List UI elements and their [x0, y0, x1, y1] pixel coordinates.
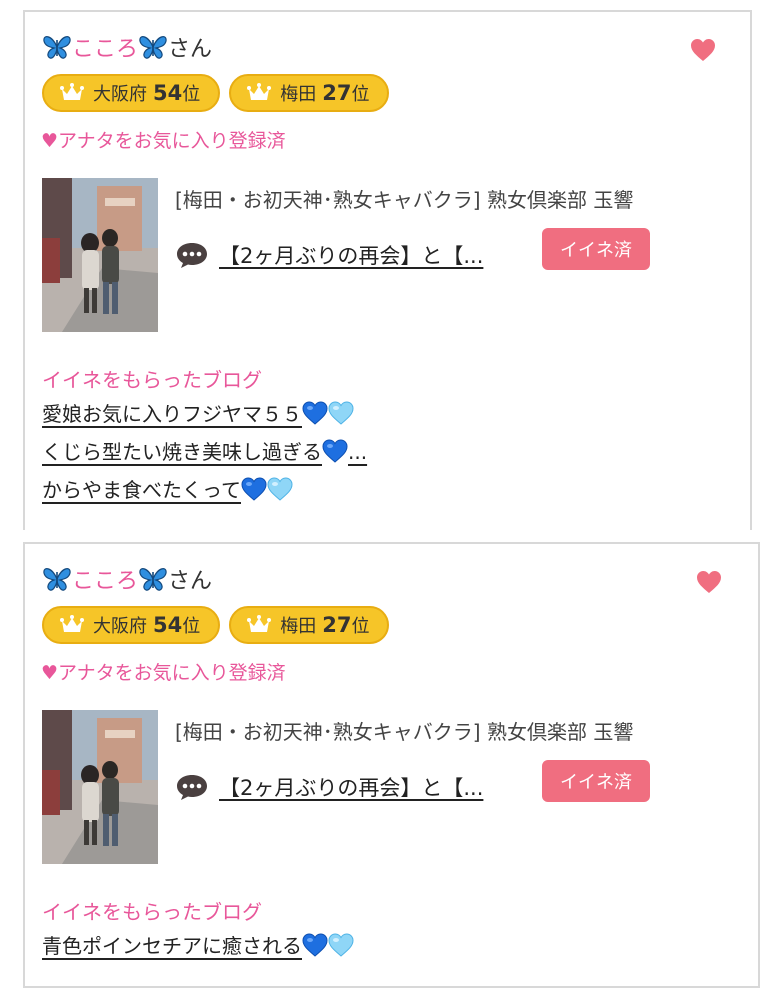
like-button[interactable]: イイネ済	[542, 228, 650, 270]
favorite-heart-icon[interactable]	[690, 38, 716, 62]
blog-thumbnail[interactable]	[42, 710, 158, 864]
favorite-heart-icon[interactable]	[696, 570, 722, 594]
user-name[interactable]: こころ	[72, 569, 138, 594]
shop-info: [梅田・お初天神･熟女キャバクラ] 熟女倶楽部 玉響	[175, 188, 634, 212]
badge-rank: 27	[322, 613, 352, 637]
speech-bubble-icon	[175, 241, 209, 269]
badge-rank-suffix: 位	[182, 84, 201, 105]
user-name-row[interactable]: こころ さん	[42, 34, 212, 64]
liked-blog-link[interactable]: 青色ポインセチアに癒される	[42, 934, 354, 958]
speech-bubble-icon	[175, 773, 209, 801]
badge-rank-suffix: 位	[351, 616, 370, 637]
liked-blogs-title: イイネをもらったブログ	[42, 368, 262, 392]
list-item[interactable]: くじら型たい焼き美味し過ぎる...	[42, 436, 367, 474]
ranking-badge-prefecture[interactable]: 大阪府 54 位	[42, 606, 221, 644]
badge-rank: 27	[322, 81, 352, 105]
blog-title-link[interactable]: 【2ヶ月ぶりの再会】と【...	[219, 240, 483, 270]
ranking-badges: 大阪府 54 位 梅田 27 位	[42, 606, 390, 644]
blue-heart-icon	[302, 401, 328, 425]
liked-user-card: こころ さん 大阪府 54 位 梅田 27 位 ♥アナタをお気に入り登録済 [梅田・お…	[23, 10, 752, 530]
liked-user-card: こころ さん 大阪府 54 位 梅田 27 位 ♥アナタをお気に入り登録済 [梅田・お…	[23, 542, 760, 988]
liked-blogs-list: 愛娘お気に入りフジヤマ５５ くじら型たい焼き美味し過ぎる... からやま食べたく…	[42, 398, 367, 512]
ranking-badge-prefecture[interactable]: 大阪府 54 位	[42, 74, 221, 112]
liked-blog-text: くじら型たい焼き美味し過ぎる	[42, 440, 322, 464]
liked-blogs-list: 青色ポインセチアに癒される	[42, 930, 354, 968]
crown-icon	[247, 615, 271, 635]
liked-blog-link[interactable]: くじら型たい焼き美味し過ぎる...	[42, 440, 367, 464]
blue-heart-icon	[241, 477, 267, 501]
user-name-row[interactable]: こころ さん	[42, 566, 212, 596]
crown-icon	[247, 83, 271, 103]
blog-title-link[interactable]: 【2ヶ月ぶりの再会】と【...	[219, 772, 483, 802]
ranking-badges: 大阪府 54 位 梅田 27 位	[42, 74, 390, 112]
user-name-suffix: さん	[168, 569, 213, 594]
butterfly-icon	[42, 566, 72, 592]
ellipsis: ...	[348, 440, 368, 464]
badge-rank: 54	[153, 613, 183, 637]
blog-row: 【2ヶ月ぶりの再会】と【...	[175, 772, 483, 802]
badge-label: 大阪府	[93, 84, 147, 105]
list-item[interactable]: 青色ポインセチアに癒される	[42, 930, 354, 968]
favorite-status: ♥アナタをお気に入り登録済	[41, 662, 286, 684]
blog-row: 【2ヶ月ぶりの再会】と【...	[175, 240, 483, 270]
liked-blog-text: 愛娘お気に入りフジヤマ５５	[42, 402, 302, 426]
badge-label: 大阪府	[93, 616, 147, 637]
crown-icon	[60, 83, 84, 103]
shop-info: [梅田・お初天神･熟女キャバクラ] 熟女倶楽部 玉響	[175, 720, 634, 744]
liked-blog-text: からやま食べたくって	[42, 478, 241, 502]
butterfly-icon	[138, 566, 168, 592]
badge-label: 梅田	[280, 84, 317, 105]
badge-label: 梅田	[280, 616, 317, 637]
blog-thumbnail[interactable]	[42, 178, 158, 332]
like-button[interactable]: イイネ済	[542, 760, 650, 802]
list-item[interactable]: 愛娘お気に入りフジヤマ５５	[42, 398, 367, 436]
favorite-status: ♥アナタをお気に入り登録済	[41, 130, 286, 152]
badge-rank: 54	[153, 81, 183, 105]
badge-rank-suffix: 位	[351, 84, 370, 105]
butterfly-icon	[138, 34, 168, 60]
user-name[interactable]: こころ	[72, 37, 138, 62]
blue-heart-icon	[322, 439, 348, 463]
blue-heart-icon	[302, 933, 328, 957]
light-blue-heart-icon	[267, 477, 293, 501]
ranking-badge-area[interactable]: 梅田 27 位	[229, 74, 390, 112]
liked-blog-link[interactable]: 愛娘お気に入りフジヤマ５５	[42, 402, 354, 426]
liked-blog-link[interactable]: からやま食べたくって	[42, 478, 293, 502]
user-name-suffix: さん	[168, 37, 213, 62]
light-blue-heart-icon	[328, 933, 354, 957]
crown-icon	[60, 615, 84, 635]
liked-blog-text: 青色ポインセチアに癒される	[42, 934, 302, 958]
badge-rank-suffix: 位	[182, 616, 201, 637]
list-item[interactable]: からやま食べたくって	[42, 474, 367, 512]
ranking-badge-area[interactable]: 梅田 27 位	[229, 606, 390, 644]
butterfly-icon	[42, 34, 72, 60]
light-blue-heart-icon	[328, 401, 354, 425]
liked-blogs-title: イイネをもらったブログ	[42, 900, 262, 924]
